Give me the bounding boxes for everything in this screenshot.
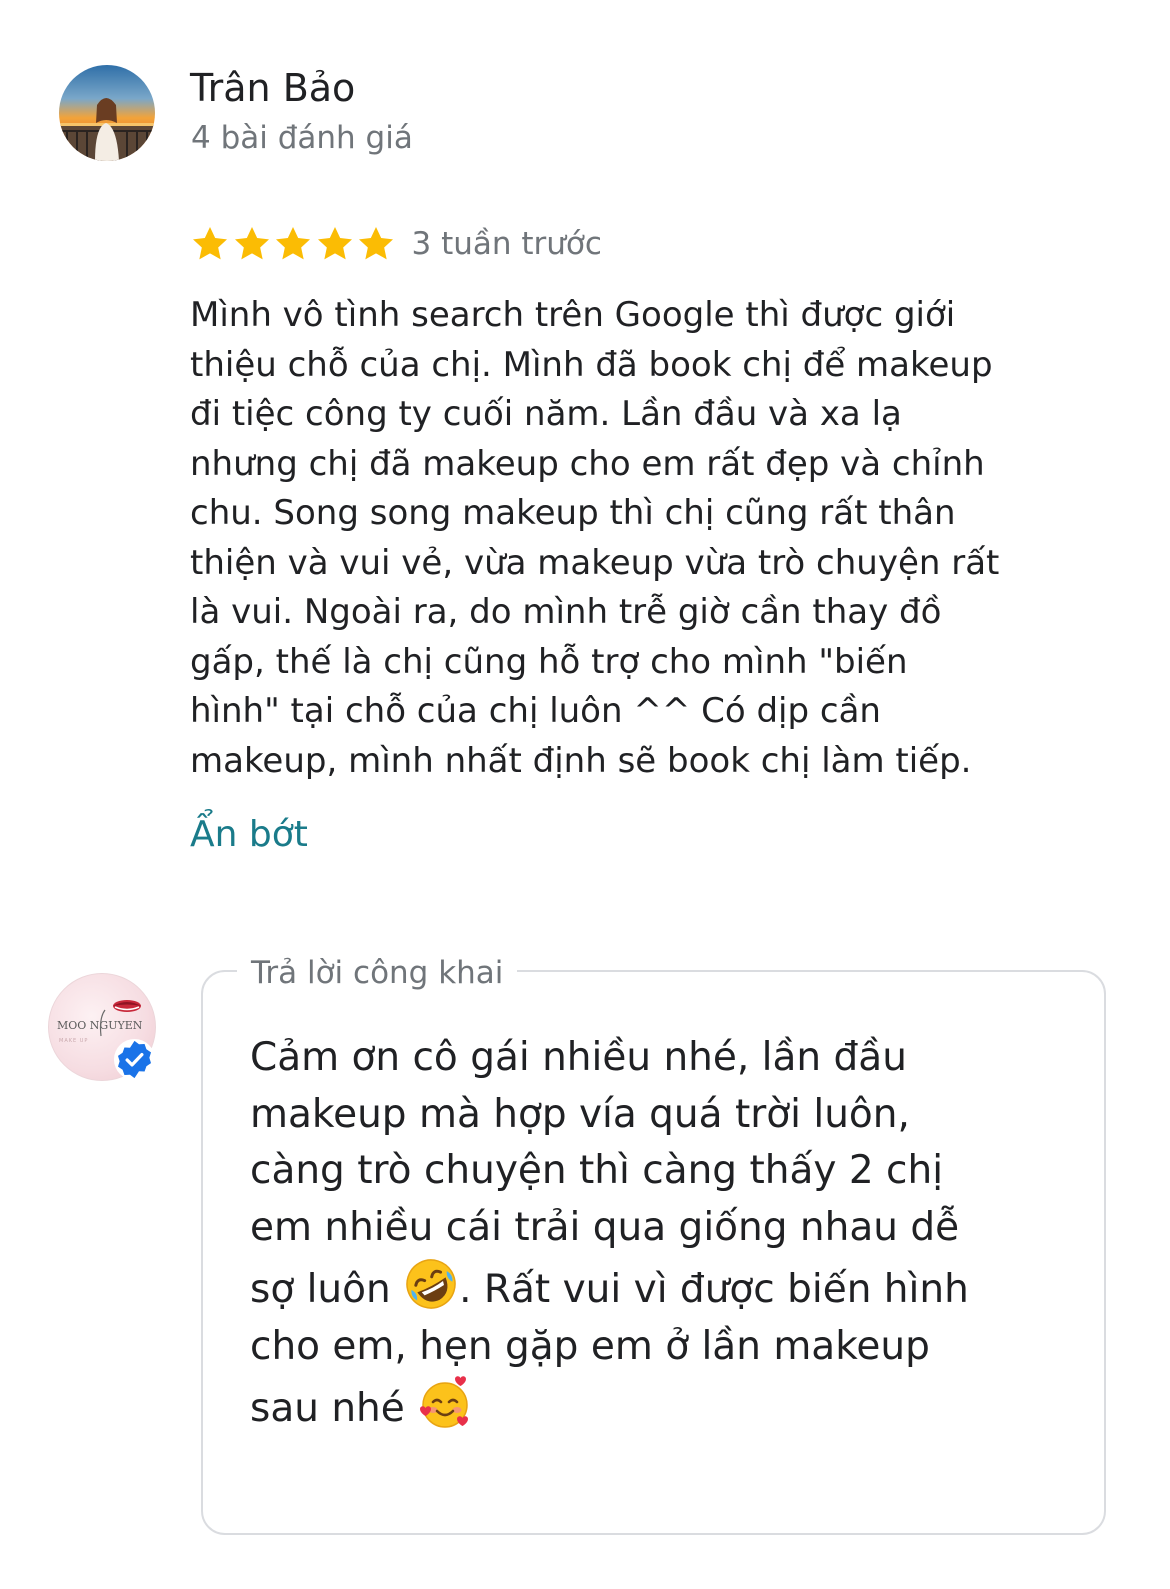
star-icon [317, 227, 352, 260]
star-icon [234, 227, 269, 260]
review-text-line: đi tiệc công ty cuối năm. Lần đầu và xa … [190, 394, 902, 434]
review-text-line: Mình vô tình search trên Google thì được… [190, 295, 956, 335]
review-text-line: chu. Song song makeup thì chị cũng rất t… [190, 493, 956, 533]
review-text-line: gấp, thế là chị cũng hỗ trợ cho mình "bi… [190, 641, 908, 682]
smiling-face-with-hearts-icon [417, 1375, 473, 1431]
review-text-line: makeup, mình nhất định sẽ book chị làm t… [190, 740, 972, 781]
star-icon [359, 227, 393, 260]
review-text-line: thiện và vui vẻ, vừa makeup vừa trò chuy… [190, 542, 1000, 583]
reviewer-review-count: 4 bài đánh giá [191, 120, 413, 156]
reply-text-line: sợ luôn . Rất vui vì được biến hình [250, 1256, 1090, 1319]
review-card: Trân Bảo 4 bài đánh giá 3 tuần trước Mìn… [0, 0, 1170, 1589]
star-icon [276, 227, 310, 260]
reply-text-fragment: sau nhé [250, 1386, 418, 1431]
verified-badge-icon [113, 1038, 156, 1081]
star-icon [193, 227, 227, 260]
review-text-line: thiệu chỗ của chị. Mình đã book chị để m… [190, 344, 993, 385]
show-less-link[interactable]: Ẩn bớt [190, 810, 308, 860]
reply-text-line: sau nhé [250, 1375, 1090, 1438]
rolling-on-the-floor-laughing-icon [403, 1256, 459, 1312]
reply-text-fragment: . Rất vui vì được biến hình [459, 1267, 969, 1312]
logo-wordmark: MOO NGUYEN [57, 1019, 143, 1032]
review-text-line: hình" tại chỗ của chị luôn ^^ Có dịp cần [190, 691, 881, 731]
owner-reply-text: Cảm ơn cô gái nhiều nhé, lần đầu makeup … [250, 1030, 1090, 1438]
review-text-line: là vui. Ngoài ra, do mình trễ giờ cần th… [190, 592, 942, 632]
owner-avatar[interactable]: MOO NGUYEN MAKE UP [48, 973, 156, 1081]
review-time: 3 tuần trước [411, 226, 602, 262]
reviewer-name[interactable]: Trân Bảo [190, 62, 355, 114]
logo-subtext: MAKE UP [59, 1038, 88, 1044]
public-reply-label: Trả lời công khai [237, 951, 518, 995]
reviewer-avatar[interactable] [59, 65, 155, 161]
reply-text-line: makeup mà hợp vía quá trời luôn, [250, 1091, 910, 1137]
reply-text-line: em nhiều cái trải qua giống nhau dễ [250, 1204, 960, 1250]
reply-text-line: càng trò chuyện thì càng thấy 2 chị [250, 1148, 944, 1193]
rating-row: 3 tuần trước [190, 221, 602, 267]
review-text: Mình vô tình search trên Google thì được… [190, 291, 1110, 786]
star-rating [190, 224, 398, 264]
review-text-line: nhưng chị đã makeup cho em rất đẹp và ch… [190, 443, 985, 484]
reply-text-line: cho em, hẹn gặp em ở lần makeup [250, 1323, 930, 1369]
reply-text-fragment: sợ luôn [250, 1267, 404, 1312]
reply-text-line: Cảm ơn cô gái nhiều nhé, lần đầu [250, 1035, 907, 1080]
